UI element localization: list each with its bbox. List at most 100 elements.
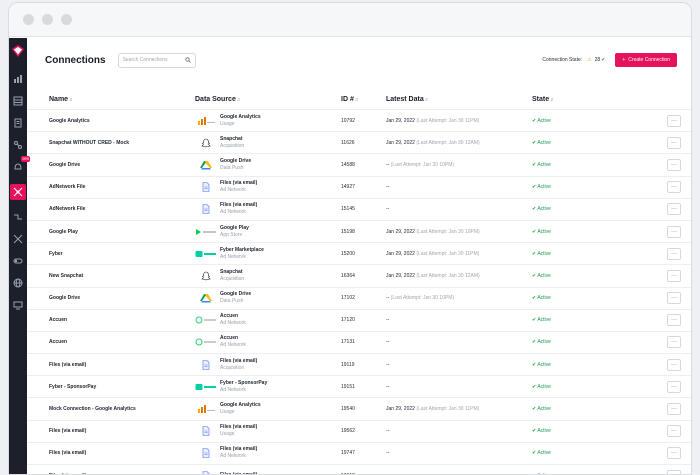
connection-name[interactable]: Accuen (49, 317, 195, 323)
table-row[interactable]: Accuen Accuen Ad Network 17120 -- ✔ Acti… (27, 310, 691, 332)
table-row[interactable]: Files (via email) Files (via email) 1981… (27, 465, 691, 474)
connection-name[interactable]: Google Analytics (49, 118, 195, 124)
row-menu-button[interactable]: ··· (667, 358, 681, 371)
connection-name[interactable]: Google Drive (49, 162, 195, 168)
search-input[interactable] (122, 57, 183, 63)
connection-name[interactable]: Google Drive (49, 295, 195, 301)
sort-icon[interactable]: ⇵ (69, 97, 72, 102)
pipeline-icon[interactable] (11, 138, 25, 152)
table-row[interactable]: Snapchat WITHOUT CRED - Mock Snapchat Ac… (27, 132, 691, 155)
report-icon[interactable] (11, 116, 25, 130)
data-source-type: Acquisition (220, 275, 245, 282)
connection-name[interactable]: AdNetwork File (49, 206, 195, 212)
row-menu-button[interactable]: ··· (667, 469, 681, 474)
sort-icon[interactable]: ⇵ (355, 97, 358, 102)
transform-icon[interactable] (11, 210, 25, 224)
warning-icon[interactable]: ⚠ (587, 57, 591, 63)
connection-name[interactable]: Fyber (49, 251, 195, 257)
row-menu-button[interactable]: ··· (667, 447, 681, 460)
row-menu-button[interactable]: ··· (667, 314, 681, 327)
state-status: ✔ Active (532, 339, 551, 346)
latest-data: Jan 29, 2022 (Last Attempt: Jan 30 12AM) (386, 272, 480, 279)
row-menu-button[interactable]: ··· (667, 380, 681, 393)
last-attempt: (Last Attempt: Jan 30 11PM) (416, 406, 480, 413)
data-source-cell: Google Analytics Usage (195, 114, 341, 128)
sort-icon[interactable]: ⇵ (550, 97, 553, 102)
search-box[interactable] (117, 52, 196, 68)
column-header-id[interactable]: ID # ⇵ (341, 96, 386, 103)
data-source-type: Usage (220, 120, 235, 127)
column-header-data-source[interactable]: Data Source ⇵ (195, 96, 341, 103)
table-row[interactable]: Fyber - SponsorPay Fyber - SponsorPay Ad… (27, 376, 691, 399)
data-source-cell: Files (via email) Ad Network (195, 180, 341, 194)
row-menu-button[interactable]: ··· (667, 203, 681, 216)
search-icon[interactable] (184, 57, 191, 63)
window-dot[interactable] (23, 14, 34, 25)
sort-icon[interactable]: ⇵ (237, 97, 240, 102)
notifications-icon[interactable]: 999 (11, 156, 30, 174)
connection-name[interactable]: Files (via email) (49, 428, 195, 434)
connection-name[interactable]: Fyber - SponsorPay (49, 384, 195, 390)
table-row[interactable]: Files (via email) Files (via email) Usag… (27, 421, 691, 443)
connection-id: 19151 (341, 383, 355, 390)
file-logo (195, 359, 217, 371)
connection-name[interactable]: AdNetwork File (49, 184, 195, 190)
row-menu-button[interactable]: ··· (667, 336, 681, 349)
connection-name[interactable]: Files (via email) (49, 362, 195, 368)
connection-name[interactable]: Mock Connection - Google Analytics (49, 406, 195, 412)
column-header-name[interactable]: Name ⇵ (49, 96, 195, 103)
connection-name[interactable]: New Snapchat (49, 273, 195, 279)
table-row[interactable]: AdNetwork File Files (via email) Ad Netw… (27, 177, 691, 199)
row-menu-button[interactable]: ··· (667, 269, 681, 282)
app-logo-icon[interactable] (11, 44, 25, 58)
globe-icon[interactable] (11, 276, 25, 290)
column-header-latest-data[interactable]: Latest Data ⇵ (386, 96, 532, 103)
check-icon: ✔ (532, 184, 537, 191)
table-icon[interactable] (11, 94, 25, 108)
row-menu-button[interactable]: ··· (667, 425, 681, 438)
row-menu-button[interactable]: ··· (667, 292, 681, 305)
connection-name[interactable]: Files (via email) (49, 473, 195, 474)
row-menu-button[interactable]: ··· (667, 158, 681, 171)
dashboard-icon[interactable] (11, 72, 25, 86)
row-menu-button[interactable]: ··· (667, 403, 681, 416)
table-row[interactable]: Files (via email) Files (via email) Acqu… (27, 354, 691, 377)
monitor-icon[interactable] (11, 298, 25, 312)
state-status: ✔ Active (532, 450, 551, 457)
connection-name[interactable]: Snapchat WITHOUT CRED - Mock (49, 140, 195, 146)
table-row[interactable]: Google Drive Google Drive Data Push 1710… (27, 288, 691, 310)
table-row[interactable]: Files (via email) Files (via email) Ad N… (27, 443, 691, 465)
state-status: ✔ Active (532, 184, 551, 191)
connection-name[interactable]: Google Play (49, 229, 195, 235)
table-row[interactable]: Google Analytics Google Analytics Usage … (27, 110, 691, 133)
row-menu-button[interactable]: ··· (667, 225, 681, 238)
connection-name[interactable]: Accuen (49, 339, 195, 345)
data-source-cell: Accuen Ad Network (195, 313, 341, 327)
check-icon: ✔ (532, 206, 537, 213)
shuffle-icon[interactable] (11, 232, 25, 246)
data-source-type: Ad Network (220, 209, 246, 216)
state-status: ✔ Active (532, 161, 551, 168)
create-connection-button[interactable]: + Create Connection (615, 53, 677, 67)
table-row[interactable]: Accuen Accuen Ad Network 17131 -- ✔ Acti… (27, 332, 691, 355)
data-source-type: App Store (220, 231, 243, 238)
toggle-icon[interactable] (11, 254, 25, 268)
latest-data: Jan 29, 2022 (Last Attempt: Jan 30 12AM) (386, 139, 480, 146)
connection-id: 15200 (341, 250, 355, 257)
row-menu-button[interactable]: ··· (667, 247, 681, 260)
table-row[interactable]: New Snapchat Snapchat Acquisition 16364 … (27, 265, 691, 288)
window-dot[interactable] (42, 14, 53, 25)
connection-name[interactable]: Files (via email) (49, 450, 195, 456)
connections-icon[interactable] (10, 184, 26, 200)
column-header-state[interactable]: State ⇵ (532, 96, 672, 103)
table-row[interactable]: Fyber Fyber Marketplace Ad Network 15200… (27, 243, 691, 266)
table-row[interactable]: Mock Connection - Google Analytics Googl… (27, 398, 691, 421)
table-row[interactable]: Google Drive Google Drive Data Push 1458… (27, 154, 691, 177)
row-menu-button[interactable]: ··· (667, 136, 681, 149)
row-menu-button[interactable]: ··· (667, 181, 681, 194)
sort-icon[interactable]: ⇵ (425, 97, 428, 102)
table-row[interactable]: Google Play Google Play App Store 15198 … (27, 221, 691, 244)
row-menu-button[interactable]: ··· (667, 114, 681, 127)
window-dot[interactable] (61, 14, 72, 25)
table-row[interactable]: AdNetwork File Files (via email) Ad Netw… (27, 199, 691, 221)
